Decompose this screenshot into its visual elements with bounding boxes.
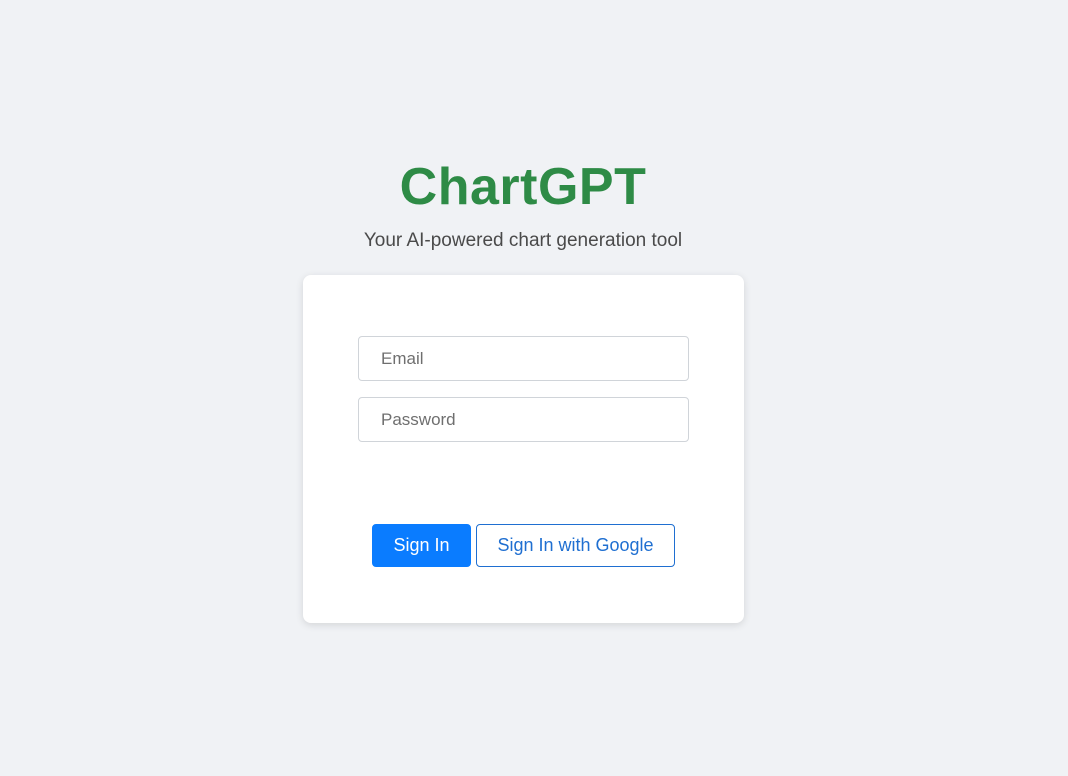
- app-subtitle: Your AI-powered chart generation tool: [363, 230, 683, 251]
- login-page: ChartGPT Your AI-powered chart generatio…: [0, 0, 1068, 776]
- password-field[interactable]: [358, 397, 689, 442]
- email-field[interactable]: [358, 336, 689, 381]
- google-sign-in-button[interactable]: Sign In with Google: [476, 524, 675, 567]
- login-card: Sign In Sign In with Google: [303, 275, 744, 623]
- sign-in-button[interactable]: Sign In: [372, 524, 471, 567]
- app-title: ChartGPT: [399, 158, 647, 216]
